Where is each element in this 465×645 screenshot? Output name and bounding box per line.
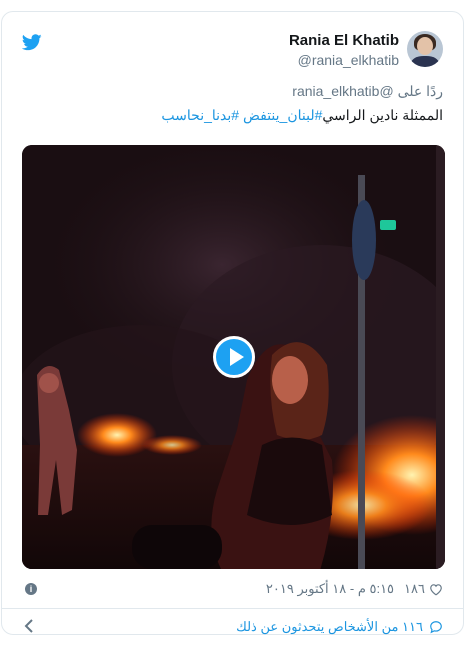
footer-divider: [2, 608, 463, 609]
author-name[interactable]: Rania El Khatib: [289, 32, 399, 49]
tweet-meta: ١٨٦ ٥:١٥ م - ١٨ أكتوبر ٢٠١٩: [266, 581, 443, 597]
conversation-label[interactable]: ١١٦ من الأشخاص يتحدثون عن ذلك: [236, 619, 423, 635]
reply-prefix: ردًا على: [397, 83, 443, 99]
chevron-left-icon[interactable]: [24, 619, 34, 633]
speech-bubble-icon: [430, 621, 442, 634]
twitter-bird-icon[interactable]: [22, 34, 42, 51]
author-handle[interactable]: @rania_elkhatib: [298, 52, 399, 68]
reply-mention-link[interactable]: @rania_elkhatib: [292, 83, 393, 99]
hashtag-link[interactable]: #لبنان_ينتفض: [243, 107, 322, 123]
tweet-text: الممثلة نادين الراسي#لبنان_ينتفض #بدنا_ن…: [161, 107, 443, 124]
play-button[interactable]: [213, 336, 255, 378]
hashtag-link[interactable]: #بدنا_نحاسب: [161, 107, 239, 123]
tweet-timestamp[interactable]: ٥:١٥ م - ١٨ أكتوبر ٢٠١٩: [266, 581, 394, 597]
reply-context: ردًا على @rania_elkhatib: [292, 83, 443, 100]
conversation-link[interactable]: ١١٦ من الأشخاص يتحدثون عن ذلك: [236, 619, 443, 635]
like-action[interactable]: ١٨٦: [404, 581, 443, 597]
heart-icon[interactable]: [429, 583, 443, 596]
avatar[interactable]: [407, 31, 443, 67]
tweet-card[interactable]: Rania El Khatib @rania_elkhatib ردًا على…: [1, 11, 464, 635]
info-icon[interactable]: i: [25, 583, 37, 595]
like-count[interactable]: ١٨٦: [404, 581, 425, 597]
video-thumbnail[interactable]: [22, 145, 445, 569]
tweet-text-plain: الممثلة نادين الراسي: [322, 107, 443, 123]
